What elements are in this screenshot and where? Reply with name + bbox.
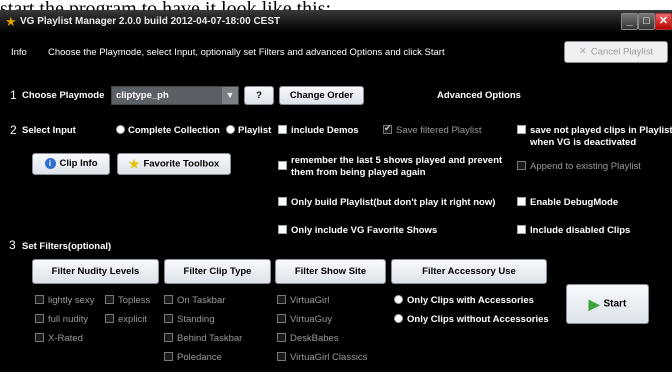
playmode-label: Choose Playmode [22,90,105,101]
start-button[interactable]: ▶ Start [566,284,649,324]
explicit-label: explicit [118,314,148,325]
radio-playlist[interactable] [226,125,235,134]
radio-with-accessories[interactable] [394,295,403,304]
only-favorites-label: Only include VG Favorite Shows [291,225,438,236]
deskbabes-label: DeskBabes [290,333,339,344]
playmode-value: cliptype_ph [116,90,169,101]
explicit-checkbox[interactable] [105,314,114,323]
select-input-label: Select Input [22,125,76,136]
standing-checkbox[interactable] [164,314,173,323]
remember-last-label-1: remember the last 5 shows played and pre… [291,155,503,166]
virtuagirl-label: VirtuaGirl [290,295,330,306]
app-logo-icon: ★ [5,14,17,29]
include-demos-label: include Demos [291,125,359,136]
clip-info-label: Clip Info [59,158,98,169]
append-playlist-label: Append to existing Playlist [530,161,641,172]
x-rated-label: X-Rated [48,333,83,344]
minimize-button[interactable]: _ [621,13,638,30]
on-taskbar-checkbox[interactable] [164,295,173,304]
save-not-played-label-2: when VG is deactivated [530,137,637,148]
radio-without-accessories[interactable] [394,314,403,323]
change-order-button[interactable]: Change Order [279,86,364,105]
on-taskbar-label: On Taskbar [177,295,226,306]
x-rated-checkbox[interactable] [35,333,44,342]
only-favorites-checkbox[interactable] [278,225,287,234]
enable-debug-label: Enable DebugMode [530,197,619,208]
start-label: Start [603,298,627,310]
save-filtered-label: Save filtered Playlist [396,125,482,136]
cancel-playlist-label: Cancel Playlist [590,46,654,58]
behind-taskbar-checkbox[interactable] [164,333,173,342]
topless-checkbox[interactable] [105,295,114,304]
filter-accessory-button[interactable]: Filter Accessory Use [391,259,547,284]
cancel-x-icon: ✕ [578,46,587,57]
lightly-sexy-label: lightly sexy [48,295,95,306]
favorite-toolbox-button[interactable]: ★ Favorite Toolbox [117,153,231,175]
standing-label: Standing [177,314,215,325]
info-message: Choose the Playmode, select Input, optio… [48,47,445,58]
title-bar[interactable]: ★ VG Playlist Manager 2.0.0 build 2012-0… [0,10,672,34]
help-button[interactable]: ? [244,86,274,105]
star-icon: ★ [128,157,140,171]
window-title: VG Playlist Manager 2.0.0 build 2012-04-… [20,16,281,27]
topless-label: Topless [118,295,151,306]
virtuagirl-checkbox[interactable] [277,295,286,304]
play-arrow-icon: ▶ [588,296,600,312]
poledance-label: Poledance [177,352,222,363]
chevron-down-icon: ▼ [222,87,238,104]
lightly-sexy-checkbox[interactable] [35,295,44,304]
poledance-checkbox[interactable] [164,352,173,361]
radio-complete-collection[interactable] [116,125,125,134]
append-playlist-checkbox[interactable] [517,161,526,170]
include-disabled-label: Include disabled Clips [530,225,631,236]
only-build-playlist-checkbox[interactable] [278,197,287,206]
close-button[interactable]: ✕ [655,13,672,30]
only-build-playlist-label: Only build Playlist(but don't play it ri… [291,197,496,208]
save-not-played-label-1: save not played clips in Playlist [530,125,672,136]
section1-number: 1 [10,88,17,102]
virtuaguy-label: VirtuaGuy [290,314,333,325]
remember-last-checkbox[interactable] [278,161,287,170]
save-filtered-checkbox[interactable] [383,123,392,134]
full-nudity-checkbox[interactable] [35,314,44,323]
info-icon: i [44,157,56,169]
include-disabled-checkbox[interactable] [517,225,526,234]
clip-info-button[interactable]: i Clip Info [32,153,110,175]
save-not-played-checkbox[interactable] [517,125,526,134]
maximize-button[interactable]: □ [638,13,655,30]
info-label: Info [11,47,27,58]
stage: start the program to have it look like t… [0,0,672,372]
section2-number: 2 [10,123,17,137]
cancel-playlist-button[interactable]: ✕ Cancel Playlist [564,41,668,63]
favorite-toolbox-label: Favorite Toolbox [143,158,220,170]
filter-clip-type-button[interactable]: Filter Clip Type [164,259,271,284]
behind-taskbar-label: Behind Taskbar [177,333,243,344]
virtuaguy-checkbox[interactable] [277,314,286,323]
set-filters-label: Set Filters(optional) [22,241,112,252]
virtuagirl-classics-label: VirtuaGirl Classics [290,352,368,363]
filter-show-site-button[interactable]: Filter Show Site [275,259,386,284]
with-accessories-label: Only Clips with Accessories [407,295,534,306]
playmode-select[interactable]: cliptype_ph ▼ [111,86,239,105]
section3-number: 3 [9,238,16,252]
without-accessories-label: Only Clips without Accessories [407,314,549,325]
advanced-options-label: Advanced Options [437,90,521,101]
enable-debug-checkbox[interactable] [517,197,526,206]
full-nudity-label: full nudity [48,314,89,325]
remember-last-label-2: them from being played again [291,167,426,178]
filter-nudity-button[interactable]: Filter Nudity Levels [32,259,159,284]
virtuagirl-classics-checkbox[interactable] [277,352,286,361]
radio-playlist-label: Playlist [238,125,272,136]
deskbabes-checkbox[interactable] [277,333,286,342]
app-window: ★ VG Playlist Manager 2.0.0 build 2012-0… [0,10,672,372]
radio-complete-label: Complete Collection [128,125,220,136]
include-demos-checkbox[interactable] [278,125,287,134]
